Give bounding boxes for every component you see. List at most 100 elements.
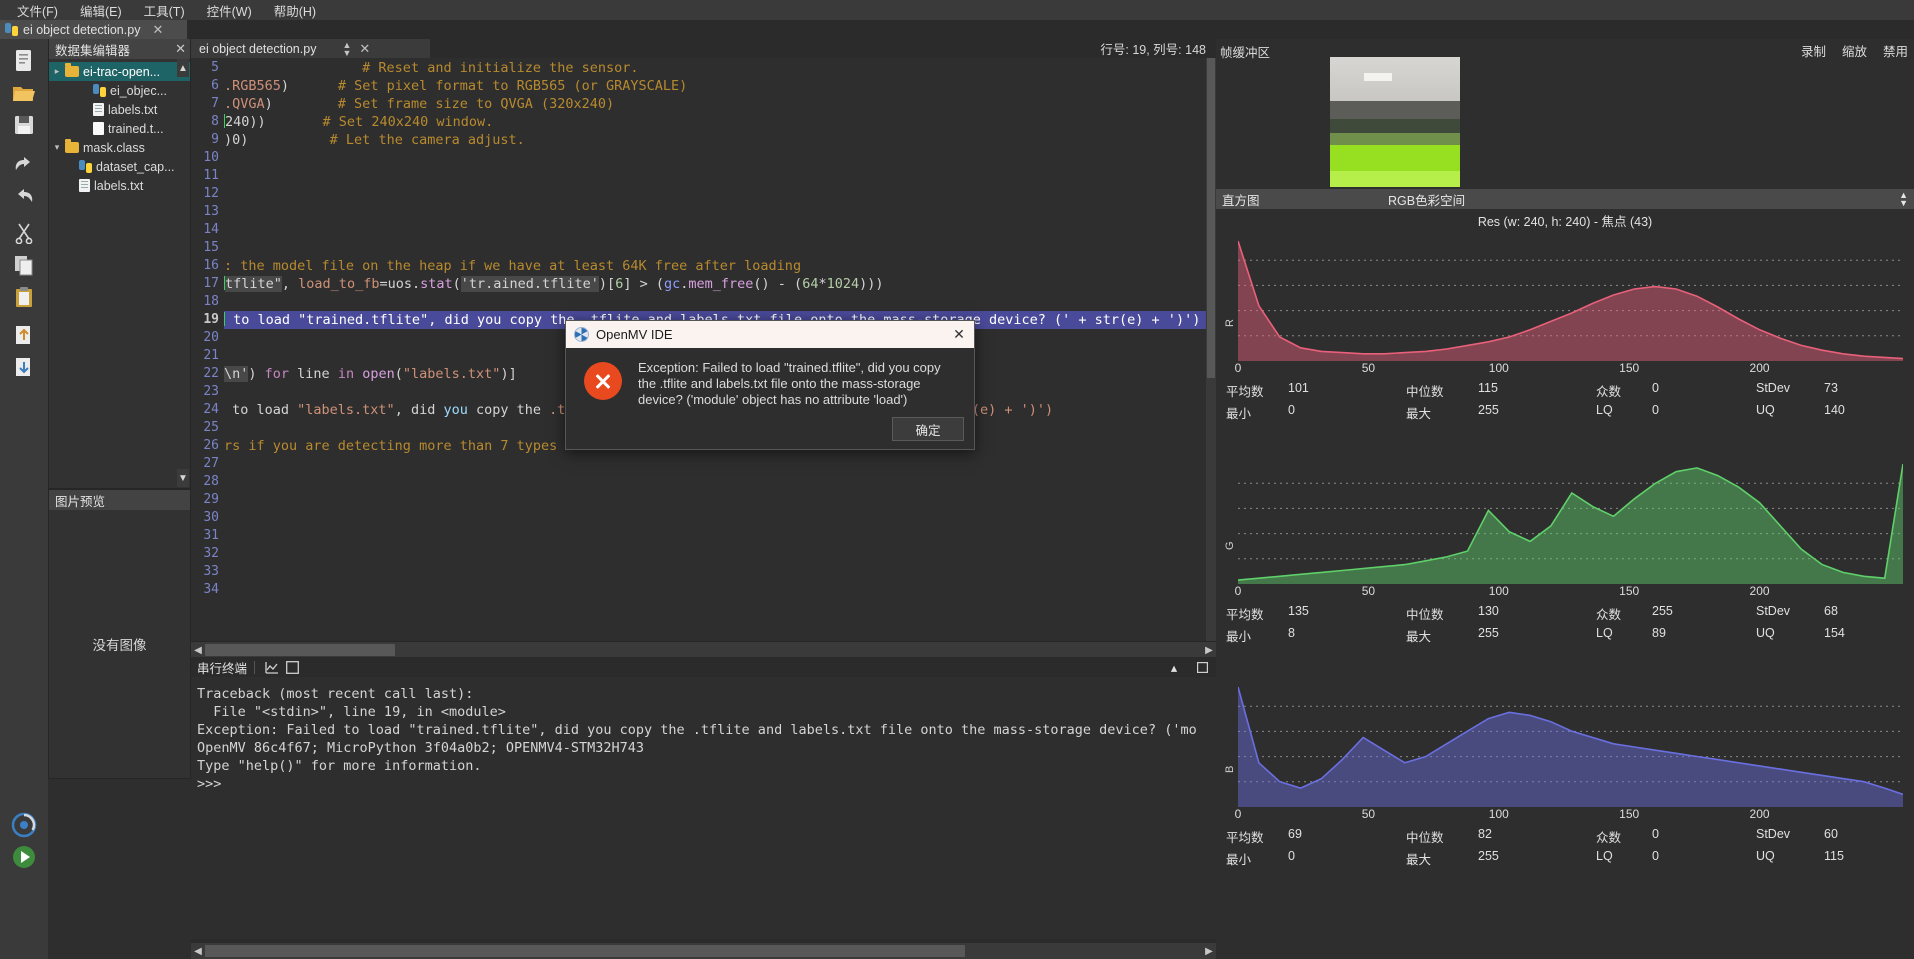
open-file-button[interactable] <box>0 77 48 109</box>
menu-widgets[interactable]: 控件(W) <box>196 0 263 21</box>
terminal-horizontal-scrollbar[interactable]: ◀ ▶ <box>191 943 1216 959</box>
editor-tab-close-icon[interactable]: ✕ <box>359 41 370 57</box>
code-line[interactable]: : the model file on the heap if we have … <box>224 257 1216 275</box>
stat-label-lq: LQ <box>1596 626 1613 640</box>
tree-item[interactable]: labels.txt <box>49 100 190 119</box>
stat-value-max: 255 <box>1478 403 1499 417</box>
menu-help[interactable]: 帮助(H) <box>263 0 327 21</box>
x-tick-label: 200 <box>1749 807 1770 821</box>
code-line[interactable] <box>224 167 1216 185</box>
code-line[interactable]: # Reset and initialize the sensor. <box>224 59 1216 77</box>
right-panel: 帧缓冲区 录制 缩放 禁用 直方图 RGB色彩空间 ▲ ▼ Res (w: 240, … <box>1216 39 1914 959</box>
disable-button[interactable]: 禁用 <box>1883 41 1908 60</box>
menu-file[interactable]: 文件(F) <box>6 0 69 21</box>
line-number: 16 <box>203 258 219 273</box>
stat-label-mode: 众数 <box>1596 385 1622 399</box>
menu-tools[interactable]: 工具(T) <box>133 0 196 21</box>
editor-horizontal-scrollbar[interactable]: ◀ ▶ <box>191 641 1216 657</box>
save-file-button[interactable] <box>0 109 48 141</box>
redo-button[interactable] <box>0 179 48 211</box>
error-dialog-ok-button[interactable]: 确定 <box>892 417 964 441</box>
code-line[interactable] <box>224 491 1216 509</box>
code-line[interactable] <box>224 239 1216 257</box>
tree-item[interactable]: trained.t... <box>49 119 190 138</box>
code-line[interactable] <box>224 149 1216 167</box>
paste-button[interactable] <box>0 281 48 313</box>
code-line[interactable] <box>224 563 1216 581</box>
tree-item[interactable]: dataset_cap... <box>49 157 190 176</box>
code-line[interactable]: tflite", load_to_fb=uos.stat('tr.ained.t… <box>224 275 1216 293</box>
tree-item[interactable]: ▸ ei-trac-open... <box>49 62 190 81</box>
stat-label-max: 最大 <box>1406 630 1432 644</box>
record-button[interactable]: 录制 <box>1801 41 1826 60</box>
cut-button[interactable] <box>0 217 48 249</box>
download-script-button[interactable] <box>0 351 48 383</box>
copy-button[interactable] <box>0 249 48 281</box>
connect-button[interactable] <box>0 809 48 841</box>
code-line[interactable] <box>224 545 1216 563</box>
menu-edit[interactable]: 编辑(E) <box>69 0 133 21</box>
code-line[interactable] <box>224 455 1216 473</box>
histogram-colorspace-select[interactable]: RGB色彩空间 <box>1388 190 1465 209</box>
code-line[interactable] <box>224 293 1216 311</box>
code-line[interactable]: 240)) # Set 240x240 window. <box>224 113 1216 131</box>
x-tick-label: 50 <box>1361 584 1376 598</box>
code-line[interactable] <box>224 203 1216 221</box>
editor-tab-spinner-icon[interactable]: ▲ ▼ <box>342 40 351 57</box>
terminal-horizontal-scroll-thumb[interactable] <box>205 945 965 957</box>
code-line[interactable]: .RGB565) # Set pixel format to RGB565 (o… <box>224 77 1216 95</box>
tree-scroll-down-icon[interactable]: ▼ <box>177 469 189 487</box>
scroll-right-icon[interactable]: ▶ <box>1202 642 1216 658</box>
code-line[interactable]: )0) # Let the camera adjust. <box>224 131 1216 149</box>
menu-bar: 文件(F) 编辑(E) 工具(T) 控件(W) 帮助(H) <box>0 0 1914 20</box>
tree-twisty-icon[interactable]: ▸ <box>49 66 65 77</box>
outer-tab-close-icon[interactable]: ✕ <box>152 22 163 38</box>
terminal-scroll-right-icon[interactable]: ▶ <box>1202 943 1216 959</box>
terminal-save-icon[interactable] <box>282 659 302 675</box>
editor-tab-row: ei object detection.py ▲ ▼ ✕ 行号: 19, 列号: … <box>191 39 1216 58</box>
outer-tab-ei-object-detection[interactable]: ei object detection.py ✕ <box>0 20 188 39</box>
dataset-file-tree[interactable]: ▸ ei-trac-open... ei_objec... labels.txt tra… <box>49 59 190 195</box>
terminal-collapse-icon[interactable]: ▴ <box>1164 659 1184 675</box>
editor-vertical-scroll-thumb[interactable] <box>1207 58 1215 378</box>
code-line[interactable] <box>224 473 1216 491</box>
channel-x-axis: 0 50 100 150 200 <box>1235 584 1903 600</box>
tree-twisty-icon[interactable]: ▾ <box>49 142 65 153</box>
editor-horizontal-scroll-thumb[interactable] <box>205 644 395 656</box>
upload-script-button[interactable] <box>0 319 48 351</box>
line-number: 10 <box>203 150 219 165</box>
tree-item[interactable]: ▾ mask.class <box>49 138 190 157</box>
serial-terminal-output[interactable]: Traceback (most recent call last): File … <box>191 677 1216 939</box>
terminal-scroll-left-icon[interactable]: ◀ <box>191 943 205 959</box>
terminal-maximize-icon[interactable] <box>1192 659 1212 675</box>
line-number: 30 <box>203 510 219 525</box>
terminal-plot-icon[interactable] <box>262 659 282 675</box>
run-button[interactable] <box>0 841 48 873</box>
code-line[interactable] <box>224 527 1216 545</box>
scroll-left-icon[interactable]: ◀ <box>191 642 205 658</box>
image-preview-empty-text: 没有图像 <box>92 638 147 653</box>
editor-vertical-scrollbar[interactable] <box>1206 58 1216 641</box>
code-line[interactable] <box>224 221 1216 239</box>
editor-tab-ei-object-detection[interactable]: ei object detection.py ▲ ▼ ✕ <box>191 39 431 58</box>
stat-label-stdev: StDev <box>1756 827 1791 841</box>
code-line[interactable]: .QVGA) # Set frame size to QVGA (320x240… <box>224 95 1216 113</box>
tree-item[interactable]: ei_objec... <box>49 81 190 100</box>
new-file-button[interactable] <box>0 45 48 77</box>
line-number: 33 <box>203 564 219 579</box>
tree-scroll-up-icon[interactable]: ▲ <box>177 59 189 77</box>
dataset-editor-close-icon[interactable]: ✕ <box>175 41 186 57</box>
error-icon <box>584 362 622 400</box>
code-line[interactable] <box>224 509 1216 527</box>
error-dialog-close-icon[interactable]: ✕ <box>950 326 968 343</box>
stat-label-max: 最大 <box>1406 853 1432 867</box>
code-line[interactable] <box>224 185 1216 203</box>
stat-value-max: 255 <box>1478 849 1499 863</box>
undo-button[interactable] <box>0 147 48 179</box>
colorspace-spinner-icon[interactable]: ▲ ▼ <box>1899 191 1908 208</box>
tree-item[interactable]: labels.txt <box>49 176 190 195</box>
terminal-line: Exception: Failed to load "trained.tflit… <box>197 722 1197 738</box>
framebuffer-image[interactable] <box>1330 57 1460 187</box>
zoom-button[interactable]: 缩放 <box>1842 41 1867 60</box>
code-line[interactable] <box>224 581 1216 599</box>
